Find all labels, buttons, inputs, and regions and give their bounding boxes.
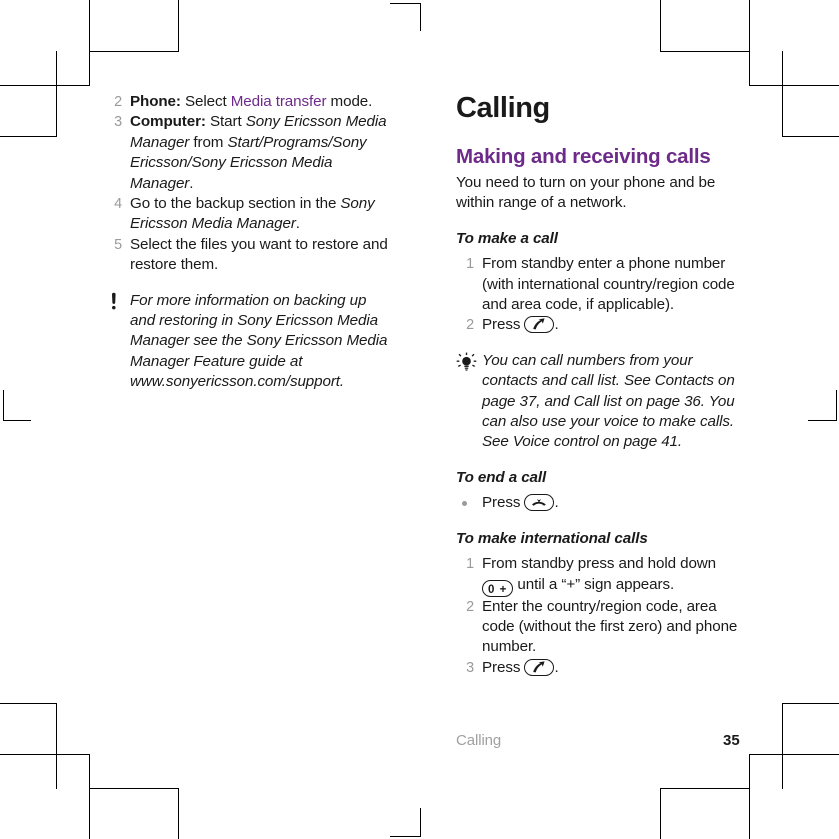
left-column: 2 Phone: Select Media transfer mode. 3 C…: [104, 92, 394, 393]
end-call-key-icon: [524, 494, 555, 512]
step-text: Select the files you want to restore and…: [130, 235, 388, 274]
footer-page-number: 35: [723, 732, 740, 749]
step-text: Press .: [482, 316, 559, 334]
list-item: 1 From standby enter a phone number (wit…: [456, 254, 746, 315]
step-number: 5: [114, 236, 122, 253]
tip-callout: You can call numbers from your contacts …: [456, 351, 746, 453]
step-number: 4: [114, 196, 122, 213]
section-intro-text: You need to turn on your phone and be wi…: [456, 174, 716, 212]
step-text-segment: Select: [180, 93, 231, 110]
tip-text: You can call numbers from your contacts …: [482, 351, 735, 451]
step-number: 3: [466, 659, 474, 676]
list-item: 1 From standby press and hold down 0 + u…: [456, 554, 746, 597]
bullet-marker: [462, 501, 467, 507]
task-heading-end-a-call: To end a call: [456, 468, 547, 486]
right-column: Calling Making and receiving calls You n…: [456, 92, 746, 678]
step-text-segment: Start: [205, 113, 246, 131]
page-title: Calling: [456, 92, 550, 124]
step-text: Phone: Select Media transfer mode.: [130, 93, 372, 110]
manual-page: 2 Phone: Select Media transfer mode. 3 C…: [0, 0, 839, 839]
call-key-icon: [524, 316, 555, 334]
step-text-segment: Press: [482, 316, 525, 334]
backup-restore-steps: 2 Phone: Select Media transfer mode. 3 C…: [104, 92, 394, 276]
call-key-icon: [524, 658, 555, 676]
list-item: 3 Computer: Start Sony Ericsson Media Ma…: [104, 112, 394, 194]
step-text-segment: .: [554, 494, 559, 512]
end-a-call-steps: Press .: [456, 493, 746, 513]
note-callout: For more information on backing up and r…: [104, 291, 394, 393]
task-heading-international-calls: To make international calls: [456, 529, 648, 547]
step-text: Enter the country/region code, area code…: [482, 597, 738, 656]
step-text: Go to the backup section in the Sony Eri…: [130, 195, 375, 232]
step-text-segment: .: [554, 316, 559, 334]
step-text-segment: From standby press and hold down: [482, 555, 717, 573]
step-text-segment: from: [189, 133, 228, 151]
list-item: 3 Press .: [456, 658, 746, 678]
step-number: 2: [466, 598, 474, 615]
step-text-segment: Press: [482, 494, 525, 512]
step-number: 3: [114, 114, 122, 131]
page-footer: Calling 35: [456, 732, 756, 749]
task-heading-make-a-call: To make a call: [456, 229, 558, 247]
list-item: Press .: [456, 493, 746, 513]
lightbulb-tip-icon: [456, 352, 478, 374]
list-item: 2 Enter the country/region code, area co…: [456, 597, 746, 658]
list-item: 5 Select the files you want to restore a…: [104, 235, 394, 276]
step-text-segment: .: [295, 215, 300, 233]
step-text-segment: until a “+” sign appears.: [513, 575, 675, 593]
list-item: 4 Go to the backup section in the Sony E…: [104, 194, 394, 235]
step-text: Computer: Start Sony Ericsson Media Mana…: [130, 113, 387, 192]
zero-plus-key-icon: 0 +: [482, 579, 514, 597]
make-a-call-steps: 1 From standby enter a phone number (wit…: [456, 254, 746, 336]
step-text-segment: .: [189, 174, 194, 192]
list-item: 2 Phone: Select Media transfer mode.: [104, 92, 394, 112]
step-label: Computer:: [130, 113, 206, 131]
zero-plus-key-label: 0 +: [488, 583, 508, 596]
step-number: 1: [466, 556, 474, 573]
note-text: For more information on backing up and r…: [130, 291, 388, 391]
international-calls-steps: 1 From standby press and hold down 0 + u…: [456, 554, 746, 678]
step-text-segment: .: [554, 658, 559, 676]
step-label: Phone:: [130, 93, 181, 110]
step-number: 2: [466, 317, 474, 334]
step-text-segment: Press: [482, 658, 525, 676]
list-item: 2 Press .: [456, 315, 746, 335]
step-number: 1: [466, 256, 474, 273]
step-text-segment: Go to the backup section in the: [130, 195, 341, 213]
step-text: From standby enter a phone number (with …: [482, 255, 735, 314]
step-text: Press .: [482, 494, 559, 512]
step-text: Press .: [482, 658, 559, 676]
section-heading: Making and receiving calls: [456, 145, 711, 168]
step-text: From standby press and hold down 0 + unt…: [482, 555, 717, 597]
step-text-segment: mode.: [326, 93, 373, 110]
step-number: 2: [114, 94, 122, 110]
footer-chapter-name: Calling: [456, 732, 502, 749]
exclamation-note-icon: [104, 292, 126, 314]
cross-reference-link[interactable]: Media transfer: [231, 93, 327, 110]
